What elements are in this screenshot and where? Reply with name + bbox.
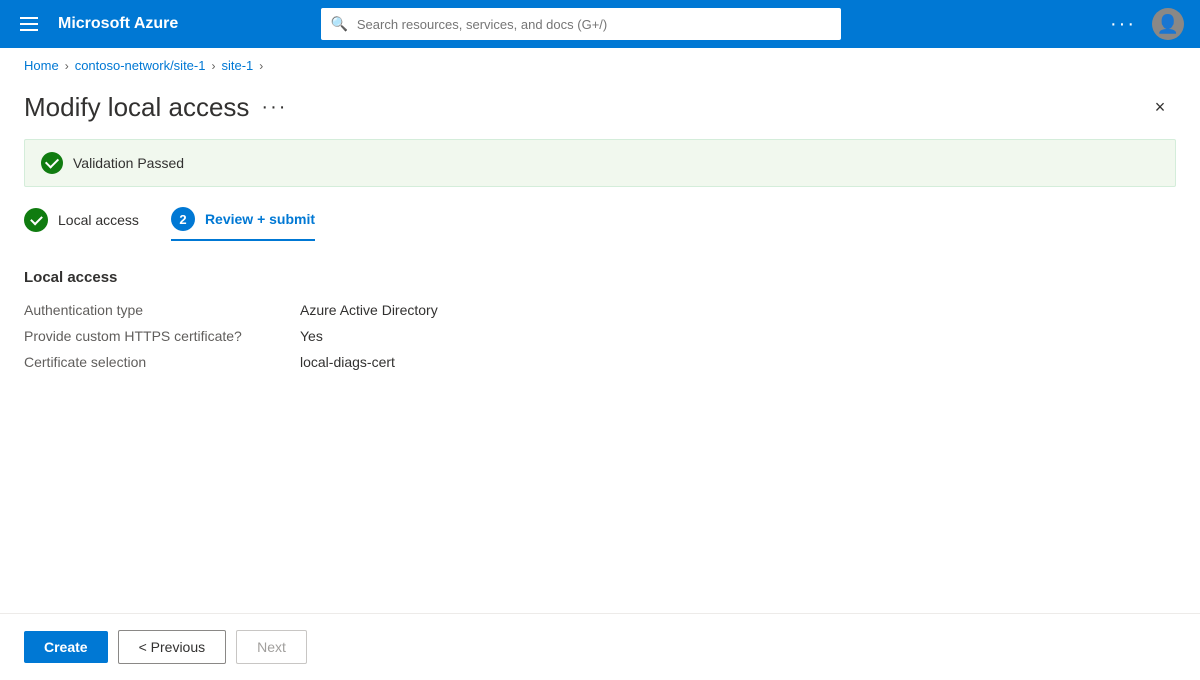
breadcrumb-sep-1: › xyxy=(65,59,69,73)
page-title: Modify local access xyxy=(24,92,249,123)
step-local-access-label: Local access xyxy=(58,212,139,228)
search-input[interactable] xyxy=(321,8,841,40)
field-value-2: local-diags-cert xyxy=(300,354,1176,370)
field-label-0: Authentication type xyxy=(24,302,284,318)
detail-table: Authentication type Azure Active Directo… xyxy=(24,302,1176,370)
steps-row: Local access 2 Review + submit xyxy=(24,207,1176,245)
step-local-access[interactable]: Local access xyxy=(24,208,139,240)
breadcrumb: Home › contoso-network/site-1 › site-1 › xyxy=(0,48,1200,83)
validation-text: Validation Passed xyxy=(73,155,184,171)
breadcrumb-site[interactable]: site-1 xyxy=(221,58,253,73)
next-button: Next xyxy=(236,630,307,664)
more-options-icon[interactable]: ··· xyxy=(1110,13,1136,36)
app-title: Microsoft Azure xyxy=(58,15,178,33)
page-title-left: Modify local access ··· xyxy=(24,92,287,123)
field-label-2: Certificate selection xyxy=(24,354,284,370)
main-content: Modify local access ··· × Validation Pas… xyxy=(0,83,1200,370)
topbar: Microsoft Azure 🔍 ··· 👤 xyxy=(0,0,1200,48)
step-review-submit[interactable]: 2 Review + submit xyxy=(171,207,315,241)
page-title-row: Modify local access ··· × xyxy=(24,83,1176,139)
section-title: Local access xyxy=(24,269,1176,286)
step-review-submit-label: Review + submit xyxy=(205,211,315,227)
step-num-icon: 2 xyxy=(171,207,195,231)
field-label-1: Provide custom HTTPS certificate? xyxy=(24,328,284,344)
search-container: 🔍 xyxy=(321,8,841,40)
hamburger-menu[interactable] xyxy=(16,13,42,35)
create-button[interactable]: Create xyxy=(24,631,108,663)
previous-button[interactable]: < Previous xyxy=(118,630,227,664)
field-value-0: Azure Active Directory xyxy=(300,302,1176,318)
breadcrumb-sep-2: › xyxy=(211,59,215,73)
close-button[interactable]: × xyxy=(1144,91,1176,123)
search-icon: 🔍 xyxy=(331,16,348,33)
validation-check-icon xyxy=(41,152,63,174)
breadcrumb-network[interactable]: contoso-network/site-1 xyxy=(75,58,206,73)
validation-banner: Validation Passed xyxy=(24,139,1176,187)
field-value-1: Yes xyxy=(300,328,1176,344)
step-check-icon xyxy=(24,208,48,232)
breadcrumb-home[interactable]: Home xyxy=(24,58,59,73)
footer: Create < Previous Next xyxy=(0,613,1200,680)
page-options-icon[interactable]: ··· xyxy=(261,96,287,119)
topbar-right: ··· 👤 xyxy=(1110,8,1184,40)
avatar[interactable]: 👤 xyxy=(1152,8,1184,40)
breadcrumb-sep-3: › xyxy=(259,59,263,73)
